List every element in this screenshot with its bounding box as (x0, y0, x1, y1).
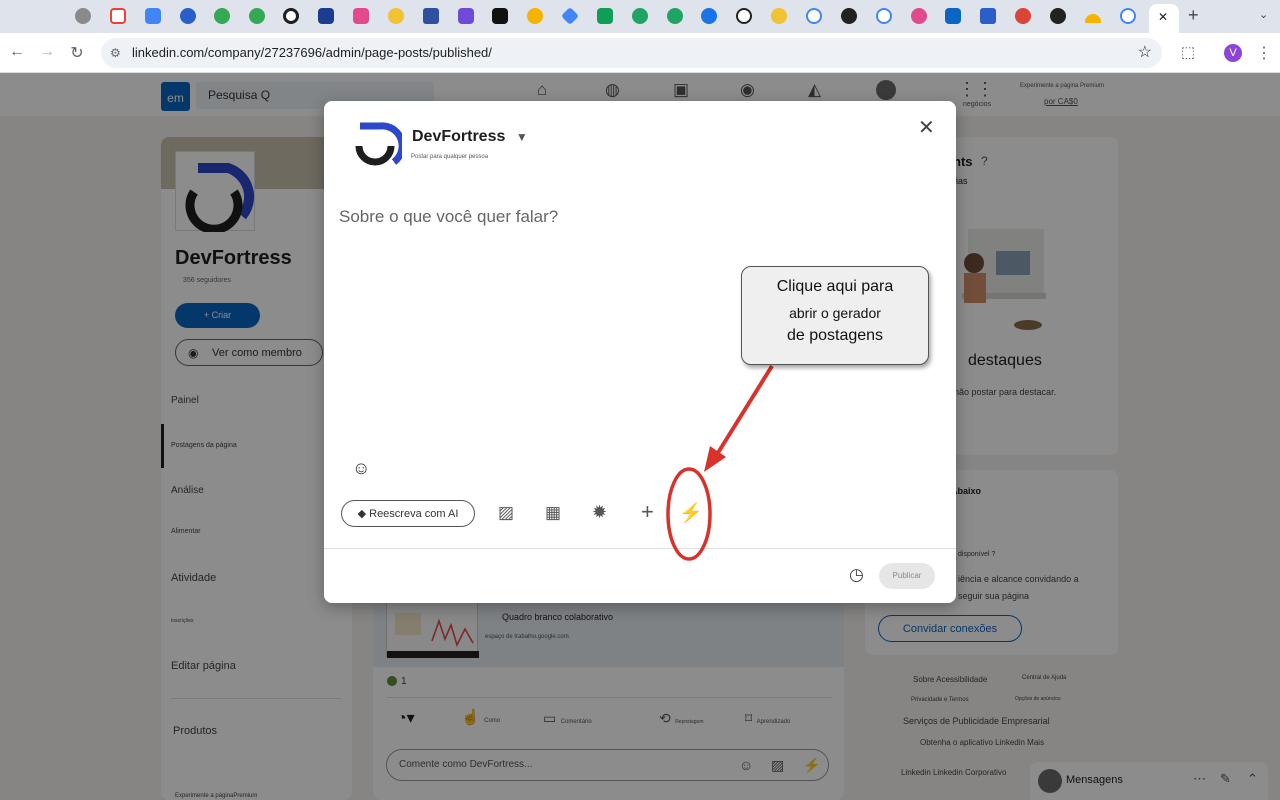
author-logo (354, 122, 402, 174)
tab-favicon-icon[interactable] (841, 8, 857, 24)
tab-favicon-icon[interactable] (527, 8, 543, 24)
callout-line-2: abrir o gerador (789, 305, 881, 321)
site-info-icon[interactable]: ⚙ (110, 38, 121, 68)
tab-favicon-icon[interactable] (701, 8, 717, 24)
devfortress-tab-icon[interactable] (283, 8, 299, 24)
forward-arrow-icon[interactable]: → (37, 43, 57, 61)
close-icon[interactable]: ✕ (918, 115, 935, 140)
tab-favicon-icon[interactable] (1050, 8, 1066, 24)
tab-favicon-icon[interactable] (911, 8, 927, 24)
reload-icon[interactable]: ↻ (67, 43, 87, 63)
tab-favicon-icon[interactable] (560, 6, 580, 26)
url-text: linkedin.com/company/27237696/admin/page… (132, 45, 492, 60)
browser-menu-icon[interactable]: ⋮ (1254, 43, 1274, 63)
address-bar[interactable]: ⚙ linkedin.com/company/27237696/admin/pa… (101, 38, 1162, 68)
add-media-icon[interactable]: ▨ (498, 503, 514, 523)
new-tab-icon[interactable]: + (1188, 5, 1199, 26)
tab-favicon-icon[interactable] (318, 8, 334, 24)
profile-avatar[interactable]: V (1224, 44, 1242, 62)
tab-favicon-icon[interactable] (1015, 8, 1031, 24)
more-plus-icon[interactable]: + (641, 499, 654, 525)
emoji-icon[interactable]: ☺ (352, 458, 370, 479)
modal-footer-divider (324, 548, 956, 549)
tab-favicon-icon[interactable] (180, 8, 196, 24)
schedule-clock-icon[interactable]: ◷ (849, 565, 864, 585)
active-tab[interactable]: ✕ (1149, 4, 1179, 33)
tab-favicon-icon[interactable] (736, 8, 752, 24)
tab-favicon-icon[interactable] (214, 8, 230, 24)
tab-favicon-icon[interactable] (771, 8, 787, 24)
audience-label[interactable]: Postar para qualquer pessoa (411, 154, 488, 160)
devfortress-logo-icon (355, 122, 402, 166)
instruction-callout: Clique aqui para abrir o gerador de post… (741, 266, 929, 365)
linkedin-tab-icon[interactable] (945, 8, 961, 24)
puzzle-tab-icon[interactable] (980, 8, 996, 24)
back-arrow-icon[interactable]: ← (7, 43, 27, 61)
rewrite-with-ai-button[interactable]: ◆ Reescreva com AI (341, 500, 475, 527)
browser-tab-strip: ✕ + ⌄ (0, 0, 1280, 33)
post-text-placeholder[interactable]: Sobre o que você quer falar? (339, 207, 558, 227)
celebrate-badge-icon[interactable]: ✹ (592, 502, 607, 523)
drive-tab-icon[interactable] (632, 8, 648, 24)
drive-tab-icon[interactable] (667, 8, 683, 24)
callout-line-1: Clique aqui para (776, 278, 894, 295)
tab-favicon-icon[interactable] (249, 8, 265, 24)
x-tab-icon[interactable] (492, 8, 508, 24)
extensions-puzzle-icon[interactable]: ⬚ (1178, 43, 1198, 61)
caret-down-icon: ▼ (515, 130, 528, 144)
gmail-tab-icon[interactable] (110, 8, 126, 24)
tab-close-icon[interactable]: ✕ (1158, 10, 1168, 24)
tab-favicon-icon[interactable] (75, 8, 91, 24)
shield-tab-icon[interactable] (423, 8, 439, 24)
tab-search-icon[interactable]: ⌄ (1259, 8, 1268, 21)
schedule-calendar-icon[interactable]: ▦ (545, 503, 561, 523)
tab-favicon-icon[interactable] (1085, 14, 1101, 23)
author-name: DevFortress (412, 128, 506, 145)
tab-favicon-icon[interactable] (388, 8, 404, 24)
google-tab-icon[interactable] (1120, 8, 1136, 24)
calendar-tab-icon[interactable] (145, 8, 161, 24)
tab-favicon-icon[interactable] (353, 8, 369, 24)
callout-line-3: de postagens (786, 327, 884, 344)
google-tab-icon[interactable] (806, 8, 822, 24)
tab-favicon-icon[interactable] (458, 8, 474, 24)
annotation-arrow-icon (666, 364, 774, 561)
bookmark-star-icon[interactable]: ☆ (1138, 38, 1152, 68)
tab-favicon-icon[interactable] (876, 8, 892, 24)
sheets-tab-icon[interactable] (597, 8, 613, 24)
publish-button[interactable]: Publicar (879, 563, 935, 589)
